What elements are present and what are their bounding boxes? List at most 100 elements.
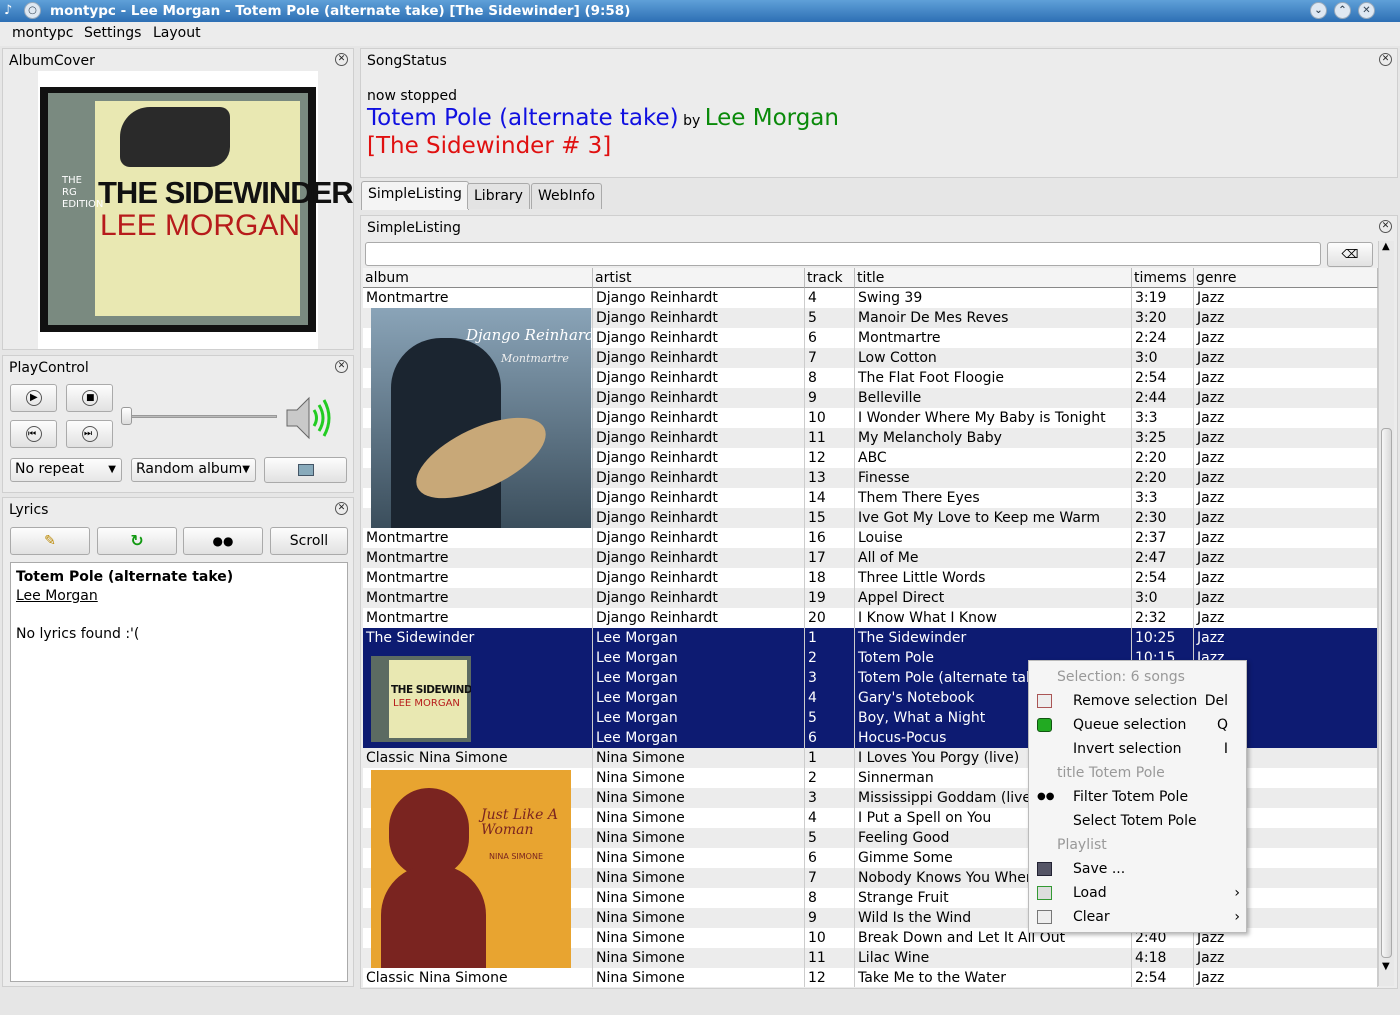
table-row[interactable]: Montmartre Django Reinhardt 17 All of Me 2:4… bbox=[363, 548, 1378, 568]
lyrics-dock: Lyrics ✕ ✎ ↻ ●● Scroll Totem Pole (alter… bbox=[2, 497, 354, 987]
close-icon[interactable]: ✕ bbox=[1379, 53, 1392, 66]
cell-timems: 3:3 bbox=[1132, 408, 1194, 428]
cell-artist: Lee Morgan bbox=[593, 628, 805, 648]
column-header-artist[interactable]: artist bbox=[593, 268, 805, 288]
refresh-icon: ↻ bbox=[130, 531, 144, 550]
chevron-down-icon: ▼ bbox=[108, 464, 116, 475]
seek-slider[interactable] bbox=[125, 415, 277, 418]
cell-genre: Jazz bbox=[1194, 528, 1378, 548]
cell-artist: Nina Simone bbox=[593, 888, 805, 908]
cell-title: All of Me bbox=[855, 548, 1132, 568]
cell-track: 7 bbox=[805, 348, 855, 368]
binoculars-icon: ●● bbox=[212, 534, 234, 548]
close-icon[interactable]: ✕ bbox=[335, 360, 348, 373]
cell-track: 17 bbox=[805, 548, 855, 568]
tab-library[interactable]: Library bbox=[467, 183, 530, 209]
random-select[interactable]: Random album ▼ bbox=[131, 458, 256, 482]
refresh-lyrics-button[interactable]: ↻ bbox=[97, 527, 177, 555]
lyrics-artist-link[interactable]: Lee Morgan bbox=[16, 588, 98, 604]
load-icon bbox=[1037, 886, 1052, 900]
cell-track: 1 bbox=[805, 748, 855, 768]
menu-settings[interactable]: Settings bbox=[84, 25, 141, 41]
menu-item-load[interactable]: Load › bbox=[1029, 881, 1246, 905]
tab-simple-listing[interactable]: SimpleListing bbox=[361, 181, 469, 210]
menu-item-filter[interactable]: ●● Filter Totem Pole bbox=[1029, 785, 1246, 809]
cell-artist: Django Reinhardt bbox=[593, 508, 805, 528]
column-header-timems[interactable]: timems bbox=[1132, 268, 1194, 288]
table-row[interactable]: Classic Nina Simone Nina Simone 12 Take Me … bbox=[363, 968, 1378, 987]
clear-search-button[interactable]: ⌫ bbox=[1327, 242, 1373, 267]
table-row[interactable]: Montmartre Django Reinhardt 16 Louise 2:37 Ja… bbox=[363, 528, 1378, 548]
menu-item-invert-selection[interactable]: Invert selection I bbox=[1029, 737, 1246, 761]
table-row[interactable]: Montmartre Django Reinhardt 20 I Know What … bbox=[363, 608, 1378, 628]
cell-genre: Jazz bbox=[1194, 348, 1378, 368]
chevron-right-icon: › bbox=[1234, 885, 1240, 901]
cell-track: 6 bbox=[805, 728, 855, 748]
menu-item-select[interactable]: Select Totem Pole bbox=[1029, 809, 1246, 833]
chevron-down-icon: ▼ bbox=[242, 464, 250, 475]
scrollbar-thumb[interactable] bbox=[1381, 428, 1392, 958]
menu-item-clear[interactable]: Clear › bbox=[1029, 905, 1246, 929]
app-icon[interactable]: ♪ bbox=[4, 3, 12, 18]
menubar: montypc Settings Layout bbox=[0, 22, 1400, 46]
clear-icon bbox=[1037, 910, 1052, 924]
close-window-icon[interactable]: ✕ bbox=[1358, 2, 1375, 19]
previous-button[interactable]: ⏮ bbox=[10, 420, 57, 448]
cell-timems: 3:25 bbox=[1132, 428, 1194, 448]
edit-lyrics-button[interactable]: ✎ bbox=[10, 527, 90, 555]
table-row[interactable]: Montmartre Django Reinhardt 4 Swing 39 3:19 J… bbox=[363, 288, 1378, 308]
column-header-track[interactable]: track bbox=[805, 268, 855, 288]
table-scrollbar[interactable]: ▲ ▼ bbox=[1378, 241, 1394, 986]
close-icon[interactable]: ✕ bbox=[335, 53, 348, 66]
cell-artist: Django Reinhardt bbox=[593, 448, 805, 468]
window-menu-icon[interactable]: ○ bbox=[24, 2, 41, 19]
scroll-down-icon[interactable]: ▼ bbox=[1382, 961, 1390, 972]
scroll-button[interactable]: Scroll bbox=[270, 527, 348, 555]
table-row[interactable]: The Sidewinder Lee Morgan 1 The Sidewinder 1… bbox=[363, 628, 1378, 648]
playlist-icon bbox=[297, 464, 314, 476]
cell-genre: Jazz bbox=[1194, 328, 1378, 348]
close-icon[interactable]: ✕ bbox=[1379, 220, 1392, 233]
cell-genre: Jazz bbox=[1194, 488, 1378, 508]
stop-button[interactable]: ■ bbox=[66, 384, 113, 412]
cell-artist: Nina Simone bbox=[593, 768, 805, 788]
repeat-select[interactable]: No repeat ▼ bbox=[10, 458, 122, 482]
column-header-genre[interactable]: genre bbox=[1194, 268, 1378, 288]
cell-timems: 2:37 bbox=[1132, 528, 1194, 548]
search-lyrics-button[interactable]: ●● bbox=[183, 527, 263, 555]
cell-album: Montmartre bbox=[363, 528, 593, 548]
cell-track: 14 bbox=[805, 488, 855, 508]
play-button[interactable]: ▶ bbox=[10, 384, 57, 412]
cell-track: 8 bbox=[805, 368, 855, 388]
cell-track: 6 bbox=[805, 848, 855, 868]
table-row[interactable]: Montmartre Django Reinhardt 19 Appel Direct… bbox=[363, 588, 1378, 608]
django-cover-title: Django Reinhardt bbox=[466, 326, 591, 344]
nina-cover-artist: NINA SIMONE bbox=[489, 852, 544, 861]
maximize-icon[interactable]: ⌃ bbox=[1334, 2, 1351, 19]
next-button[interactable]: ⏭ bbox=[66, 420, 113, 448]
speaker-icon[interactable] bbox=[283, 396, 335, 440]
lyrics-title: Lyrics bbox=[9, 502, 49, 518]
table-row[interactable]: Montmartre Django Reinhardt 18 Three Little… bbox=[363, 568, 1378, 588]
cell-genre: Jazz bbox=[1194, 628, 1378, 648]
menu-item-save[interactable]: Save ... bbox=[1029, 857, 1246, 881]
lyrics-text-area[interactable]: Totem Pole (alternate take) Lee Morgan N… bbox=[10, 562, 348, 982]
tab-webinfo[interactable]: WebInfo bbox=[531, 183, 603, 209]
search-input[interactable] bbox=[365, 242, 1321, 266]
cell-track: 15 bbox=[805, 508, 855, 528]
seek-slider-handle[interactable] bbox=[121, 407, 132, 425]
scroll-up-icon[interactable]: ▲ bbox=[1382, 241, 1390, 252]
menu-montypc[interactable]: montypc bbox=[12, 25, 73, 41]
playlist-button[interactable] bbox=[264, 457, 347, 483]
menu-layout[interactable]: Layout bbox=[153, 25, 201, 41]
pencil-icon: ✎ bbox=[44, 533, 56, 549]
close-icon[interactable]: ✕ bbox=[335, 502, 348, 515]
menu-item-remove-selection[interactable]: Remove selection Del bbox=[1029, 689, 1246, 713]
column-header-album[interactable]: album bbox=[363, 268, 593, 288]
column-header-title[interactable]: title bbox=[855, 268, 1132, 288]
cell-artist: Lee Morgan bbox=[593, 728, 805, 748]
sidewinder-album-cover: THE SIDEWINDER LEE MORGAN bbox=[371, 656, 471, 742]
menu-item-queue-selection[interactable]: Queue selection Q bbox=[1029, 713, 1246, 737]
minimize-icon[interactable]: ⌄ bbox=[1310, 2, 1327, 19]
cell-artist: Django Reinhardt bbox=[593, 288, 805, 308]
